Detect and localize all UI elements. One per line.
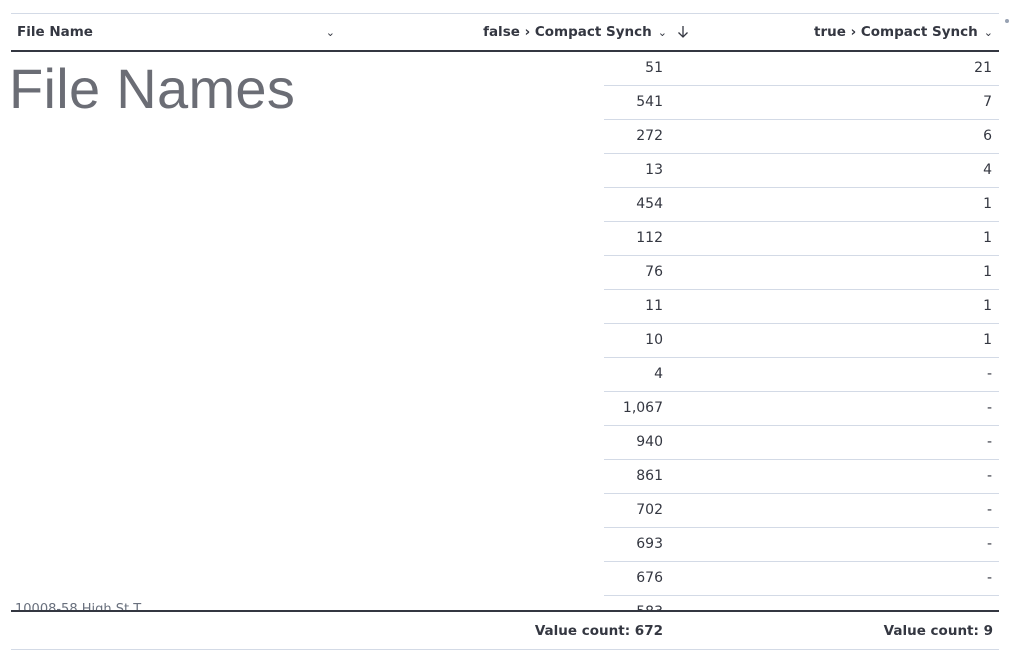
- true-count-cell: -: [986, 366, 992, 382]
- column-header-false-compact-synch[interactable]: false › Compact Synch ⌄: [461, 14, 667, 50]
- true-count-cell: -: [986, 468, 992, 484]
- true-count-cell: 1: [983, 298, 992, 314]
- true-count-cell: 1: [983, 230, 992, 246]
- false-count-cell: 940: [636, 434, 663, 450]
- table-body: 51 21 541 7 272 6 13 4 454 1 112 1 76 1 11 1 10 1 4-1,067-…: [604, 52, 999, 610]
- false-count-cell: 1,067: [622, 400, 663, 416]
- true-count-cell: -: [986, 400, 992, 416]
- file-names-placeholder: File Names: [9, 57, 296, 120]
- false-count-cell: 4: [654, 366, 663, 382]
- column-header-false-label: false › Compact Synch: [483, 24, 652, 40]
- false-count-cell: 13: [645, 162, 663, 178]
- false-count-cell: 454: [636, 196, 663, 212]
- chevron-down-icon[interactable]: ⌄: [984, 26, 993, 39]
- table-row[interactable]: 112 1: [604, 222, 999, 256]
- true-count-cell: -: [986, 434, 992, 450]
- false-count-cell: 112: [636, 230, 663, 246]
- table-header: File Name ⌄ false › Compact Synch ⌄ true…: [11, 14, 999, 52]
- table-row[interactable]: 702 -: [604, 494, 999, 528]
- false-count-cell: 272: [636, 128, 663, 144]
- table-row[interactable]: 51 21: [604, 52, 999, 86]
- clipped-file-name-cell: 10008-58 High St T...: [15, 603, 215, 610]
- table-row[interactable]: 13 4: [604, 154, 999, 188]
- true-count-cell: 1: [983, 332, 992, 348]
- table-row[interactable]: 11 1: [604, 290, 999, 324]
- sort-descending-icon[interactable]: [675, 14, 691, 50]
- column-header-file-name[interactable]: File Name ⌄: [17, 14, 335, 50]
- true-count-cell: 4: [983, 162, 992, 178]
- data-table: File Name ⌄ false › Compact Synch ⌄ true…: [9, 13, 999, 650]
- false-count-cell: 583: [636, 596, 663, 610]
- false-count-cell: 541: [636, 94, 663, 110]
- false-count-cell: 11: [645, 298, 663, 314]
- chevron-down-icon[interactable]: ⌄: [326, 26, 335, 39]
- false-value-count: Value count: 672: [534, 622, 663, 639]
- true-count-cell: 7: [983, 94, 992, 110]
- false-count-cell: 10: [645, 332, 663, 348]
- table-row[interactable]: 10 1: [604, 324, 999, 358]
- table-row[interactable]: 583: [604, 596, 999, 610]
- true-count-cell: 21: [974, 60, 992, 76]
- true-count-cell: -: [986, 570, 992, 586]
- table-row[interactable]: 4-: [604, 358, 999, 392]
- table-row[interactable]: 541 7: [604, 86, 999, 120]
- column-header-file-name-label: File Name: [17, 24, 93, 40]
- true-count-cell: 1: [983, 196, 992, 212]
- table-row[interactable]: 76 1: [604, 256, 999, 290]
- table-row[interactable]: 940 -: [604, 426, 999, 460]
- column-header-true-compact-synch[interactable]: true › Compact Synch ⌄: [711, 14, 993, 50]
- true-count-cell: -: [986, 502, 992, 518]
- true-count-cell: -: [986, 536, 992, 552]
- table-row[interactable]: 676 -: [604, 562, 999, 596]
- false-count-cell: 51: [645, 60, 663, 76]
- column-header-true-label: true › Compact Synch: [814, 24, 978, 40]
- false-count-cell: 861: [636, 468, 663, 484]
- chevron-down-icon[interactable]: ⌄: [658, 26, 667, 39]
- table-row[interactable]: 861 -: [604, 460, 999, 494]
- false-count-cell: 693: [636, 536, 663, 552]
- false-count-cell: 76: [645, 264, 663, 280]
- table-row[interactable]: 454 1: [604, 188, 999, 222]
- table-row[interactable]: 1,067 -: [604, 392, 999, 426]
- arrow-down-icon: [678, 26, 688, 38]
- true-count-cell: 6: [983, 128, 992, 144]
- column-resize-handle[interactable]: [1005, 19, 1009, 23]
- table-footer: Value count: 672 Value count: 9: [11, 610, 999, 650]
- true-count-cell: 1: [983, 264, 992, 280]
- true-value-count: Value count: 9: [883, 622, 993, 639]
- false-count-cell: 702: [636, 502, 663, 518]
- table-row[interactable]: 693 -: [604, 528, 999, 562]
- false-count-cell: 676: [636, 570, 663, 586]
- table-row[interactable]: 272 6: [604, 120, 999, 154]
